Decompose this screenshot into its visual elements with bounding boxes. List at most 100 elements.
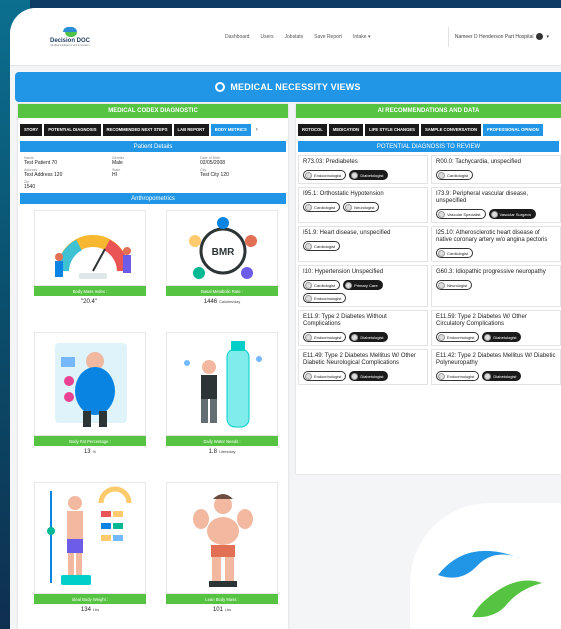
tab-story[interactable]: STORY <box>20 123 43 136</box>
tab-protocol[interactable]: ROTOCOL <box>298 123 327 136</box>
specialist-label: Cardiologist <box>314 204 336 210</box>
specialist-badge[interactable]: Diabetologist <box>482 332 522 342</box>
tab-medication[interactable]: MEDICATION <box>328 123 364 136</box>
tab-professional-opinion[interactable]: PROFESSIONAL OPINION <box>482 123 543 136</box>
specialist-badge[interactable]: Vascular Specialist <box>436 209 486 219</box>
metric-value: 13 <box>83 448 91 455</box>
patient-address: Address Test Address 120 <box>24 168 63 178</box>
diagnosis-card[interactable]: E11.49: Type 2 Diabetes Mellitus W/ Othe… <box>298 349 428 385</box>
metric-label: Body Mass Index : <box>34 286 146 296</box>
specialist-badge[interactable]: Endocrinologist <box>303 170 347 180</box>
specialist-label: Cardiologist <box>447 250 469 256</box>
doctor-avatar-icon <box>438 281 445 289</box>
specialist-badge[interactable]: Primary Care <box>343 280 383 290</box>
specialist-badge[interactable]: Diabetologist <box>349 371 389 381</box>
doctor-avatar-icon <box>490 210 498 218</box>
brand-logo[interactable]: Decision DOC Medical Intelligence and In… <box>40 26 100 47</box>
specialist-badge[interactable]: Neurologist <box>436 280 473 290</box>
tab-body-metrics[interactable]: BODY METRICS <box>210 123 251 136</box>
page-banner: MEDICAL NECESSITY VIEWS <box>15 72 561 102</box>
ai-header: AI RECOMMENDATIONS AND DATA <box>296 104 561 118</box>
specialist-badge[interactable]: Diabetologist <box>349 170 389 180</box>
bmr-illustration: BMR <box>166 210 278 286</box>
metric-ideal-weight: Ideal Body Weight : 134 Lbs <box>34 482 146 615</box>
diagnosis-card[interactable]: I73.9: Peripheral vascular disease, unsp… <box>431 187 561 223</box>
user-name: Nameer D Henderson Part Hospital <box>454 33 534 40</box>
specialist-badge[interactable]: Endocrinologist <box>436 332 480 342</box>
diagnosis-title: I73.9: Peripheral vascular disease, unsp… <box>436 191 529 204</box>
doctor-avatar-icon <box>351 333 359 341</box>
specialist-badges: Endocrinologist Diabetologist <box>303 371 423 381</box>
tab-lab-report[interactable]: LAB REPORT <box>173 123 209 136</box>
specialist-badge[interactable]: Endocrinologist <box>303 332 347 342</box>
diagnosis-card[interactable]: E11.42: Type 2 Diabetes Mellitus W/ Diab… <box>431 349 561 385</box>
metric-label: Body Fat Percentage : <box>34 436 146 446</box>
diagnosis-card[interactable]: R00.0: Tachycardia, unspecified Cardiolog… <box>431 155 561 184</box>
patient-gender: Gender Male <box>112 156 124 166</box>
specialist-badge[interactable]: Diabetologist <box>349 332 389 342</box>
specialist-label: Diabetologist <box>493 373 517 379</box>
tab-recommended-next-steps[interactable]: RECOMMENDED NEXT STEPS <box>102 123 172 136</box>
specialist-badge[interactable]: Neurologist <box>343 202 380 212</box>
specialist-badge[interactable]: Cardiologist <box>436 248 474 258</box>
specialist-badge[interactable]: Vascular Surgeon <box>488 209 536 219</box>
specialist-badge[interactable]: Diabetologist <box>482 371 522 381</box>
specialist-label: Endocrinologist <box>447 373 475 379</box>
nav-users[interactable]: Users <box>260 34 273 40</box>
specialist-badge[interactable]: Cardiologist <box>303 280 341 290</box>
diagnosis-card[interactable]: I51.9: Heart disease, unspecified Cardiol… <box>298 226 428 262</box>
lean-mass-illustration <box>166 482 278 594</box>
metric-bmi: Body Mass Index : "20.4" <box>34 210 146 307</box>
metric-lean-mass: Lean Body Mass : 101 Lbs <box>166 482 278 615</box>
diagnosis-card[interactable]: I95.1: Orthostatic Hypotension Cardiologi… <box>298 187 428 223</box>
specialist-badges: Endocrinologist Diabetologist <box>303 332 423 342</box>
specialist-label: Cardiologist <box>447 172 469 178</box>
tab-potential-diagnosis[interactable]: POTENTIAL DIAGNOSIS <box>44 123 101 136</box>
specialist-badges: Endocrinologist Diabetologist <box>303 170 423 180</box>
diagnosis-card[interactable]: I10: Hypertension Unspecified Cardiologis… <box>298 265 428 307</box>
brand-badge <box>410 503 561 629</box>
specialist-badge[interactable]: Cardiologist <box>436 170 474 180</box>
page-title: MEDICAL NECESSITY VIEWS <box>230 82 361 92</box>
diagnosis-grid: R73.03: Prediabetes Endocrinologist Diabet… <box>296 152 561 385</box>
diagnosis-card[interactable]: R73.03: Prediabetes Endocrinologist Diabet… <box>298 155 428 184</box>
specialist-label: Cardiologist <box>314 243 336 249</box>
specialist-badge[interactable]: Endocrinologist <box>303 371 347 381</box>
chevron-right-icon[interactable]: › <box>252 123 261 136</box>
patient-dob: Date of Birth 02/05/2008 <box>200 156 226 166</box>
diagnosis-card[interactable]: G60.3: Idiopathic progressive neuropathy… <box>431 265 561 307</box>
patient-zip: Zip 1540 <box>24 180 36 190</box>
nav-intake[interactable]: Intake ▾ <box>353 34 371 40</box>
nav-jobstats[interactable]: Jobstats <box>285 34 304 40</box>
anthropometrics-header: Anthropometrics <box>20 193 286 204</box>
specialist-badge[interactable]: Endocrinologist <box>303 293 347 303</box>
specialist-badges: Cardiologist <box>436 170 556 180</box>
user-menu[interactable]: Nameer D Henderson Part Hospital ▾ <box>447 26 549 47</box>
nav-dashboard[interactable]: Dashboard <box>225 34 249 40</box>
diagnosis-card[interactable]: I25.10: Atherosclerotic heart disease of… <box>431 226 561 262</box>
diagnosis-card[interactable]: E11.9: Type 2 Diabetes Without Complicat… <box>298 310 428 346</box>
specialist-label: Endocrinologist <box>314 373 342 379</box>
specialist-badge[interactable]: Cardiologist <box>303 202 341 212</box>
tab-sample-conversation[interactable]: SAMPLE CONVERSATION <box>420 123 481 136</box>
specialist-label: Primary Care <box>354 282 378 288</box>
specialist-label: Endocrinologist <box>314 334 342 340</box>
metric-unit: Liters/day <box>218 449 236 454</box>
doctor-avatar-icon <box>305 171 312 179</box>
specialist-badges: Neurologist <box>436 280 556 290</box>
specialist-badge[interactable]: Endocrinologist <box>436 371 480 381</box>
tab-lifestyle-changes[interactable]: LIFE STYLE CHANGES <box>365 123 419 136</box>
metric-unit: Lbs <box>92 607 100 612</box>
diagnosis-title: E11.42: Type 2 Diabetes Mellitus W/ Diab… <box>436 353 556 366</box>
patient-state: State HI <box>112 168 121 178</box>
diagnosis-card[interactable]: E11.59: Type 2 Diabetes W/ Other Circula… <box>431 310 561 346</box>
doctor-avatar-icon <box>351 372 359 380</box>
nav-save-report[interactable]: Save Report <box>314 34 342 40</box>
specialist-label: Endocrinologist <box>314 172 342 178</box>
metric-value: "20.4" <box>81 298 97 305</box>
specialist-badge[interactable]: Cardiologist <box>303 241 341 251</box>
review-header: POTENTIAL DIAGNOSIS TO REVIEW <box>298 141 559 152</box>
doctor-avatar-icon <box>438 171 445 179</box>
specialist-label: Endocrinologist <box>314 295 342 301</box>
metric-label: Lean Body Mass : <box>166 594 278 604</box>
